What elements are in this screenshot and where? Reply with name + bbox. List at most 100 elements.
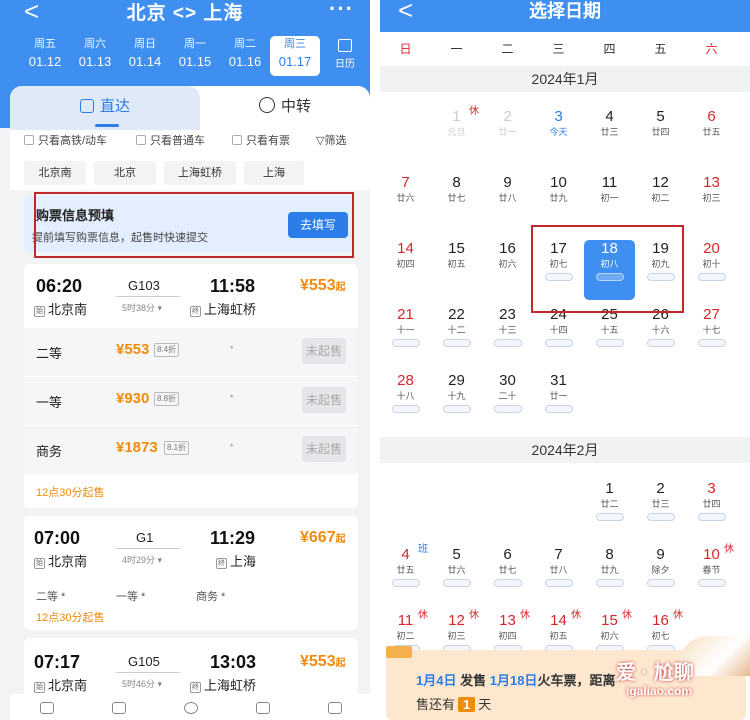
calendar-day[interactable]: 26 十六: [635, 306, 686, 366]
calendar-day[interactable]: 1 元旦休: [431, 106, 482, 168]
not-on-sale-button[interactable]: 未起售: [302, 436, 346, 462]
lunar-label: 廿四: [702, 499, 721, 509]
toolbar-icon[interactable]: [40, 702, 54, 714]
calendar-day[interactable]: 6 廿七: [482, 546, 533, 606]
toolbar-icon[interactable]: [256, 702, 270, 714]
calendar-day[interactable]: 22 十二: [431, 306, 482, 366]
station-chip[interactable]: 上海虹桥: [164, 161, 236, 185]
calendar-day[interactable]: 8 廿九: [584, 546, 635, 606]
calendar-day[interactable]: 25 十五: [584, 306, 635, 366]
calendar-day[interactable]: 1 廿二: [584, 480, 635, 540]
calendar-day[interactable]: 8 廿七: [431, 174, 482, 234]
date-tab[interactable]: 周一 01.15: [170, 36, 220, 76]
waitlist-chip: [391, 579, 420, 587]
station-chip[interactable]: 上海: [244, 161, 304, 185]
sale-countdown-banner[interactable]: 1月4日 发售 1月18日火车票，距离 售还有 1 天 爱 · 尬聊 igaliao…: [380, 636, 750, 720]
date-tab-selected[interactable]: 周三 01.17: [270, 36, 320, 76]
day-number: 7: [401, 174, 410, 191]
calendar-day[interactable]: 20 初十: [686, 240, 737, 300]
waitlist-chip: [493, 405, 522, 413]
lunar-label: 初五: [447, 259, 466, 269]
waitlist-chip: [697, 513, 726, 521]
tab-transfer[interactable]: 中转: [200, 86, 370, 130]
calendar-day[interactable]: 2 廿一: [482, 108, 533, 168]
date-tab[interactable]: 周二 01.16: [220, 36, 270, 76]
calendar-day[interactable]: 6 廿五: [686, 108, 737, 168]
station-chip[interactable]: 北京: [94, 161, 156, 185]
filter-highspeed[interactable]: 只看高铁/动车: [24, 134, 107, 148]
calendar-day[interactable]: 30 二十: [482, 372, 533, 432]
tab-direct[interactable]: 直达: [10, 86, 200, 130]
date-tab[interactable]: 周日 01.14: [120, 36, 170, 76]
calendar-day[interactable]: 21 十一: [380, 306, 431, 366]
lunar-label: 十三: [498, 325, 517, 335]
duration-line: [116, 296, 180, 297]
filter-normal[interactable]: 只看普通车: [136, 134, 205, 148]
seat-row[interactable]: 一等 ¥930 8.8折 * 未起售: [24, 377, 358, 425]
calendar-day[interactable]: 5 廿六: [431, 546, 482, 606]
toolbar-icon[interactable]: [328, 702, 342, 714]
toolbar-icon[interactable]: [184, 702, 198, 714]
to-station: 终上海虹桥: [190, 675, 256, 694]
calendar-day[interactable]: 3 廿四: [686, 480, 737, 540]
day-number: 5: [656, 108, 665, 125]
lunar-label: 元旦: [447, 127, 466, 137]
calendar-day[interactable]: 7 廿六: [380, 174, 431, 234]
calendar-day[interactable]: 10 春节休: [686, 544, 737, 606]
train-card[interactable]: 06:20 G103 5时38分 ▾ 11:58 ¥553起 始北京南 终上海虹…: [24, 264, 358, 508]
day-number: 20: [703, 240, 720, 257]
calendar-day[interactable]: 7 廿八: [533, 546, 584, 606]
seat-name: 一等: [36, 395, 63, 410]
from-station: 始北京南: [34, 675, 87, 694]
date-value: 01.16: [228, 54, 262, 69]
calendar-day[interactable]: 23 十三: [482, 306, 533, 366]
day-number: 6: [503, 546, 512, 563]
calendar-day[interactable]: 28 十八: [380, 372, 431, 432]
calendar-day[interactable]: 2 廿三: [635, 480, 686, 540]
calendar-day[interactable]: 13 初三: [686, 174, 737, 234]
filter-button[interactable]: ▽筛选: [316, 134, 346, 148]
calendar-day[interactable]: 15 初五: [431, 240, 482, 300]
seat-row[interactable]: 二等 ¥553 8.4折 * 未起售: [24, 328, 358, 376]
calendar-day[interactable]: 3 今天: [533, 108, 584, 168]
duration-text: 5时38分: [122, 303, 156, 313]
seat-summary: 商务 *: [196, 591, 226, 603]
calendar-day[interactable]: 27 十七: [686, 306, 737, 366]
calendar-day[interactable]: 9 廿八: [482, 174, 533, 234]
more-menu-icon[interactable]: ···: [329, 0, 354, 22]
date-tab[interactable]: 周六 01.13: [70, 36, 120, 76]
calendar-day[interactable]: 4 廿五班: [380, 544, 431, 606]
calendar-day[interactable]: 9 除夕: [635, 546, 686, 606]
calendar-day[interactable]: 14 初四: [380, 240, 431, 300]
train-number: G103: [128, 278, 160, 293]
waitlist-chip: [595, 339, 624, 347]
day-number: 12: [652, 174, 669, 191]
station-chip[interactable]: 北京南: [24, 161, 86, 185]
calendar-day[interactable]: 16 初六: [482, 240, 533, 300]
from-station: 始北京南: [34, 299, 87, 318]
tab-direct-label: 直达: [99, 98, 130, 115]
days-remaining: 1: [458, 697, 476, 712]
day-number: 5: [452, 546, 461, 563]
seat-row[interactable]: 商务 ¥1873 8.1折 * 未起售: [24, 426, 358, 474]
not-on-sale-button[interactable]: 未起售: [302, 387, 346, 413]
toolbar-icon[interactable]: [112, 702, 126, 714]
train-card[interactable]: 07:17 G105 5时46分 ▾ 13:03 ¥553起 始北京南 终上海虹…: [24, 638, 358, 698]
transfer-icon: [258, 97, 275, 113]
calendar-day[interactable]: 24 十四: [533, 306, 584, 366]
date-tab[interactable]: 周五 01.12: [20, 36, 70, 76]
lunar-label: 十九: [447, 391, 466, 401]
calendar-day[interactable]: 29 十九: [431, 372, 482, 432]
train-card[interactable]: 07:00 G1 4时29分 ▾ 11:29 ¥667起 始北京南 终上海 二等…: [24, 516, 358, 630]
calendar-day[interactable]: 31 廿一: [533, 372, 584, 432]
calendar-day[interactable]: 5 廿四: [635, 108, 686, 168]
weekday-label: 二: [501, 42, 514, 56]
waitlist-chip: [697, 273, 726, 281]
waitlist-chip: [595, 513, 624, 521]
calendar-button[interactable]: 日历: [330, 38, 360, 74]
calendar-day[interactable]: 4 廿三: [584, 108, 635, 168]
date-weekday: 周二: [234, 38, 256, 50]
not-on-sale-button[interactable]: 未起售: [302, 338, 346, 364]
day-number: 30: [499, 372, 516, 389]
filter-available[interactable]: 只看有票: [232, 134, 290, 148]
